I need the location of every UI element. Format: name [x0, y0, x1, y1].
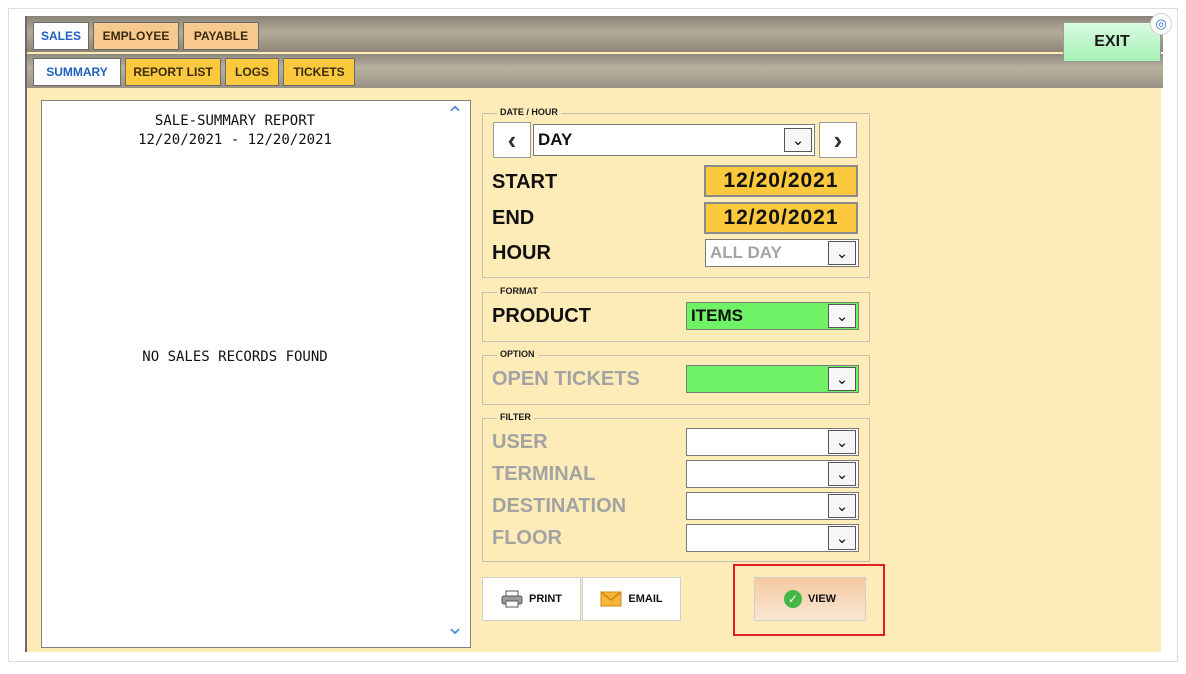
floor-filter-select[interactable]: ⌄: [686, 524, 859, 552]
open-tickets-label: OPEN TICKETS: [492, 368, 640, 390]
email-button[interactable]: EMAIL: [582, 577, 681, 621]
tab-employee[interactable]: EMPLOYEE: [93, 22, 179, 50]
tab-report-list[interactable]: REPORT LIST: [125, 58, 221, 86]
tab-summary[interactable]: SUMMARY: [33, 58, 121, 86]
product-format-select[interactable]: ITEMS ⌄: [686, 302, 859, 330]
chevron-down-icon: ⌄: [828, 367, 856, 391]
user-filter-select[interactable]: ⌄: [686, 428, 859, 456]
report-date-range: 12/20/2021 - 12/20/2021: [138, 132, 332, 148]
chevron-right-icon: ›: [833, 124, 843, 155]
chevron-down-icon: ⌄: [784, 128, 812, 152]
start-label: START: [492, 171, 558, 193]
scroll-down-icon[interactable]: ⌄: [441, 614, 469, 639]
tab-sales[interactable]: SALES: [33, 22, 89, 50]
exit-button[interactable]: EXIT: [1063, 22, 1161, 62]
chevron-down-icon: ⌄: [828, 526, 856, 550]
screenshot-tool-icon[interactable]: ◎: [1150, 13, 1172, 35]
end-date-button[interactable]: 12/20/2021: [704, 202, 858, 234]
report-title: SALE-SUMMARY REPORT: [154, 113, 316, 129]
hour-select[interactable]: ALL DAY ⌄: [705, 239, 859, 267]
terminal-filter-select[interactable]: ⌄: [686, 460, 859, 488]
printer-icon: [501, 590, 523, 608]
prev-period-button[interactable]: ‹: [493, 122, 531, 158]
hour-select-value: ALL DAY: [710, 243, 782, 262]
format-group-label: FORMAT: [497, 286, 541, 296]
chevron-down-icon: ⌄: [828, 241, 856, 265]
report-window: SALES EMPLOYEE PAYABLE SUMMARY REPORT LI…: [25, 16, 1163, 652]
filter-group-label: FILTER: [497, 412, 534, 422]
checkmark-icon: ✓: [783, 590, 802, 608]
user-filter-label: USER: [492, 431, 548, 453]
tab-tickets[interactable]: TICKETS: [283, 58, 355, 86]
end-label: END: [492, 207, 535, 229]
view-button[interactable]: ✓ VIEW: [754, 577, 866, 621]
print-button-label: PRINT: [529, 593, 562, 605]
period-select[interactable]: DAY ⌄: [533, 124, 815, 156]
envelope-icon: [600, 591, 622, 607]
report-preview: SALE-SUMMARY REPORT 12/20/2021 - 12/20/2…: [41, 100, 471, 648]
chevron-down-icon: ⌄: [828, 494, 856, 518]
chevron-left-icon: ‹: [507, 124, 517, 155]
chevron-down-icon: ⌄: [828, 430, 856, 454]
product-label: PRODUCT: [492, 305, 591, 327]
date-hour-group-label: DATE / HOUR: [497, 107, 561, 117]
report-empty-message: NO SALES RECORDS FOUND: [142, 349, 328, 365]
chevron-down-icon: ⌄: [828, 304, 856, 328]
view-button-label: VIEW: [807, 593, 837, 605]
print-button[interactable]: PRINT: [482, 577, 581, 621]
scroll-up-icon[interactable]: ⌃: [441, 102, 469, 127]
start-date-button[interactable]: 12/20/2021: [704, 165, 858, 197]
product-format-value: ITEMS: [691, 306, 743, 325]
option-group-label: OPTION: [497, 349, 538, 359]
hour-label: HOUR: [492, 242, 551, 264]
tab-payable[interactable]: PAYABLE: [183, 22, 259, 50]
email-button-label: EMAIL: [628, 593, 663, 605]
floor-filter-label: FLOOR: [492, 527, 562, 549]
destination-filter-select[interactable]: ⌄: [686, 492, 859, 520]
destination-filter-label: DESTINATION: [492, 495, 627, 517]
tab-logs[interactable]: LOGS: [225, 58, 279, 86]
open-tickets-select[interactable]: ⌄: [686, 365, 859, 393]
period-select-value: DAY: [538, 130, 573, 149]
chevron-down-icon: ⌄: [828, 462, 856, 486]
terminal-filter-label: TERMINAL: [492, 463, 596, 485]
next-period-button[interactable]: ›: [819, 122, 857, 158]
